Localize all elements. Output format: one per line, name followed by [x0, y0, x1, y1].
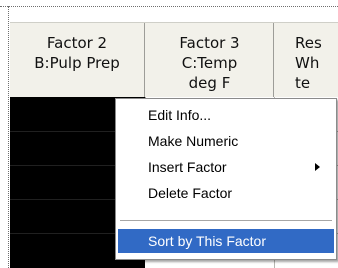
- header-line: Factor 2: [46, 34, 108, 52]
- column-header-response[interactable]: Res Wh te: [275, 23, 338, 97]
- menu-item-insert-factor[interactable]: Insert Factor: [118, 155, 334, 179]
- header-line: Res: [295, 34, 322, 52]
- menu-item-label: Insert Factor: [148, 159, 227, 175]
- header-line: B:Pulp Prep: [34, 54, 120, 72]
- column-header-factor-3[interactable]: Factor 3 C:Temp deg F: [146, 23, 274, 97]
- header-line: Wh: [295, 54, 320, 72]
- menu-item-delete-factor[interactable]: Delete Factor: [118, 181, 334, 205]
- menu-item-edit-info[interactable]: Edit Info...: [118, 103, 334, 127]
- column-header-factor-2[interactable]: Factor 2 B:Pulp Prep: [10, 23, 145, 97]
- header-line: Factor 3: [179, 34, 240, 52]
- column-header-row: Factor 2 B:Pulp Prep Factor 3 C:Temp deg…: [10, 22, 338, 98]
- design-grid: Factor 2 B:Pulp Prep Factor 3 C:Temp deg…: [0, 0, 338, 268]
- dotted-border-top: [0, 6, 338, 7]
- header-line: te: [295, 74, 311, 92]
- submenu-arrow-icon: [315, 163, 320, 171]
- menu-separator: [120, 220, 332, 222]
- menu-item-sort-by-factor[interactable]: Sort by This Factor: [118, 229, 334, 253]
- menu-item-make-numeric[interactable]: Make Numeric: [118, 129, 334, 153]
- header-line: deg F: [188, 74, 231, 92]
- header-line: C:Temp: [181, 54, 238, 72]
- column-context-menu: Edit Info... Make Numeric Insert Factor …: [115, 98, 337, 260]
- dotted-border-left: [8, 6, 9, 268]
